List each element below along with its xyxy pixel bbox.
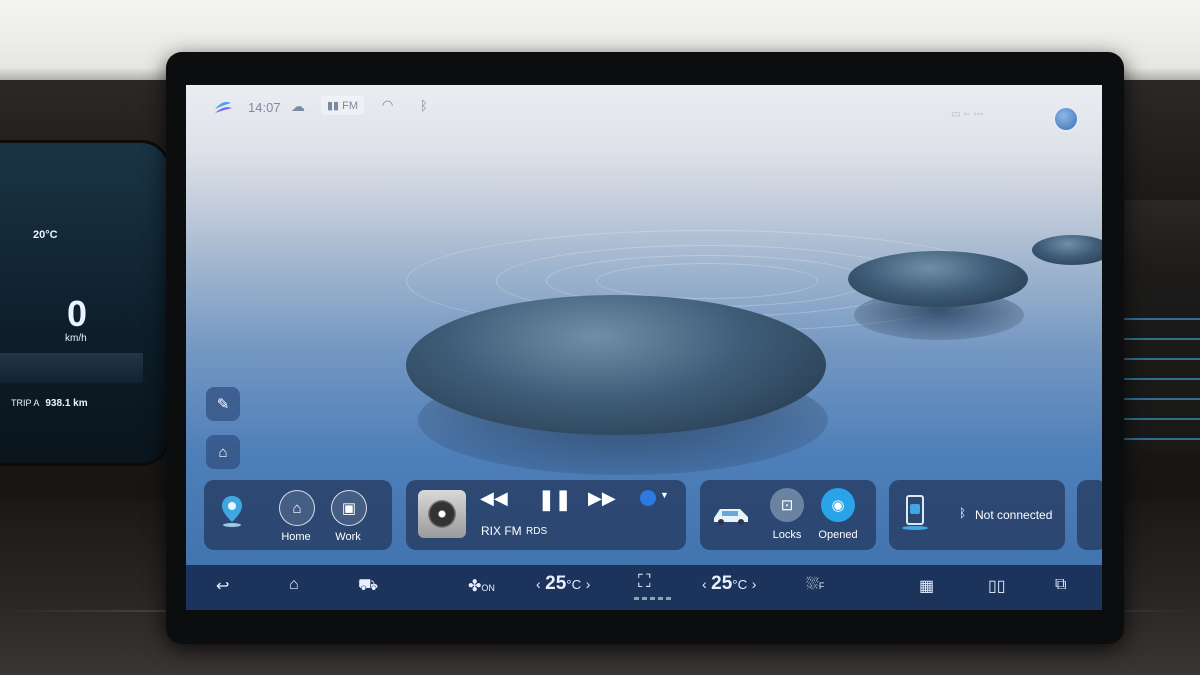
vehicle-settings-icon[interactable]: ⛟ xyxy=(358,576,378,596)
profile-icon[interactable] xyxy=(1053,106,1079,132)
temp-down-icon[interactable]: ‹ xyxy=(702,576,707,592)
connectivity-status: ▭ ◦◦ ◦◦◦ xyxy=(951,109,984,120)
vehicle-card[interactable]: ⊡ Locks ◉ Opened xyxy=(700,480,876,550)
trip-label: TRIP A xyxy=(11,398,40,408)
pause-icon[interactable]: ❚❚ xyxy=(538,487,572,512)
speed-readout: 0 xyxy=(67,293,88,334)
instrument-cluster: 20°C 0 km/h TRIP A 938.1 km xyxy=(0,140,171,466)
speed-unit: km/h xyxy=(65,333,87,344)
temp-up-icon[interactable]: › xyxy=(586,576,591,592)
back-icon[interactable]: ↩ xyxy=(216,576,229,596)
status-bar: 14:07 ☁ ▮▮ FM ◠ ᛒ ▭ ◦◦ ◦◦◦ xyxy=(186,85,1102,132)
wallpaper-stone xyxy=(1032,235,1102,265)
outside-temperature: 20°C xyxy=(33,229,58,241)
rds-label: RDS xyxy=(526,526,548,537)
driver-temperature[interactable]: ‹ 25°C › xyxy=(536,573,590,595)
fan-status: ON xyxy=(481,583,495,593)
home-screen-icon[interactable]: ⌂ xyxy=(206,435,240,469)
radio-band-label: FM xyxy=(342,100,359,112)
map-pin-icon[interactable] xyxy=(220,494,244,528)
fan-control[interactable]: ✤ON xyxy=(468,576,495,596)
clock: 14:07 xyxy=(248,100,281,115)
radio-band-indicator[interactable]: ▮▮ FM xyxy=(321,96,365,115)
phone-icon xyxy=(906,495,924,525)
dock-bar: ↩ ⌂ ⛟ ✤ON ‹ 25°C › ⛶ ‹ 25°C › ⛆F ▦ ▯▯ ⧉ xyxy=(186,565,1102,610)
app-logo-icon[interactable] xyxy=(212,95,234,117)
next-icon[interactable]: ▶▶ xyxy=(588,488,616,509)
passenger-temp-value: 25 xyxy=(711,573,733,594)
briefcase-icon[interactable]: ▣ xyxy=(331,490,367,526)
bluetooth-icon: ᛒ xyxy=(959,506,967,520)
temp-down-icon[interactable]: ‹ xyxy=(536,576,541,592)
chevron-down-icon[interactable]: ▼ xyxy=(660,490,669,500)
wifi-icon: ◠ xyxy=(382,97,394,112)
lane-assist-graphic xyxy=(0,353,143,383)
album-art[interactable] xyxy=(418,490,466,538)
opened-label[interactable]: Opened xyxy=(808,529,868,541)
lock-icon[interactable]: ⊡ xyxy=(770,488,804,522)
trip-value: 938.1 km xyxy=(45,398,88,409)
media-card[interactable]: ◀◀ ❚❚ ▶▶ ▼ RIX FM RDS xyxy=(406,480,686,550)
passenger-temperature[interactable]: ‹ 25°C › xyxy=(702,573,756,595)
signal-icon: ▮▮ xyxy=(327,100,340,112)
wallpaper-stone xyxy=(848,251,1028,307)
defrost-label: F xyxy=(818,581,825,591)
source-icon[interactable] xyxy=(640,490,656,506)
phone-connection-status: Not connected xyxy=(975,508,1053,522)
defrost-icon: ⛆ xyxy=(806,576,819,593)
temp-up-icon[interactable]: › xyxy=(752,576,757,592)
seat-heat-level xyxy=(634,597,674,600)
driver-temp-unit: °C xyxy=(566,577,582,592)
next-card-peek[interactable] xyxy=(1077,480,1102,550)
trip-meter: TRIP A 938.1 km xyxy=(11,398,88,409)
navigation-card[interactable]: ⌂ Home ▣ Work xyxy=(204,480,392,550)
wallpaper-stone xyxy=(406,295,826,435)
cloud-icon: ☁ xyxy=(291,98,305,114)
driver-temp-value: 25 xyxy=(545,573,567,594)
home-icon[interactable]: ⌂ xyxy=(279,490,315,526)
camera-icon[interactable]: ◉ xyxy=(821,488,855,522)
phone-card[interactable]: ᛒ Not connected xyxy=(889,480,1065,550)
fan-icon: ✤ xyxy=(468,578,482,595)
wireless-charge-indicator xyxy=(902,526,928,530)
previous-icon[interactable]: ◀◀ xyxy=(480,488,508,509)
air-vent xyxy=(1118,300,1200,450)
infotainment-screen: 14:07 ☁ ▮▮ FM ◠ ᛒ ▭ ◦◦ ◦◦◦ ✎ ⌂ ⌂ Home ▣ … xyxy=(186,85,1102,610)
station-name: RIX FM xyxy=(481,524,522,538)
work-shortcut-label[interactable]: Work xyxy=(318,531,378,543)
split-screen-icon[interactable]: ▯▯ xyxy=(988,576,1006,596)
edit-widgets-icon[interactable]: ✎ xyxy=(206,387,240,421)
passenger-temp-unit: °C xyxy=(732,577,748,592)
car-icon[interactable] xyxy=(710,500,752,528)
speaker-icon xyxy=(428,500,456,528)
bluetooth-icon: ᛒ xyxy=(420,98,428,113)
multitask-icon[interactable]: ⧉ xyxy=(1055,576,1066,594)
apps-grid-icon[interactable]: ▦ xyxy=(919,576,934,596)
seat-heat-icon[interactable]: ⛶ xyxy=(638,571,651,592)
home-icon[interactable]: ⌂ xyxy=(289,576,299,594)
defrost-control[interactable]: ⛆F xyxy=(806,576,824,594)
home-shortcut-label[interactable]: Home xyxy=(266,531,326,543)
